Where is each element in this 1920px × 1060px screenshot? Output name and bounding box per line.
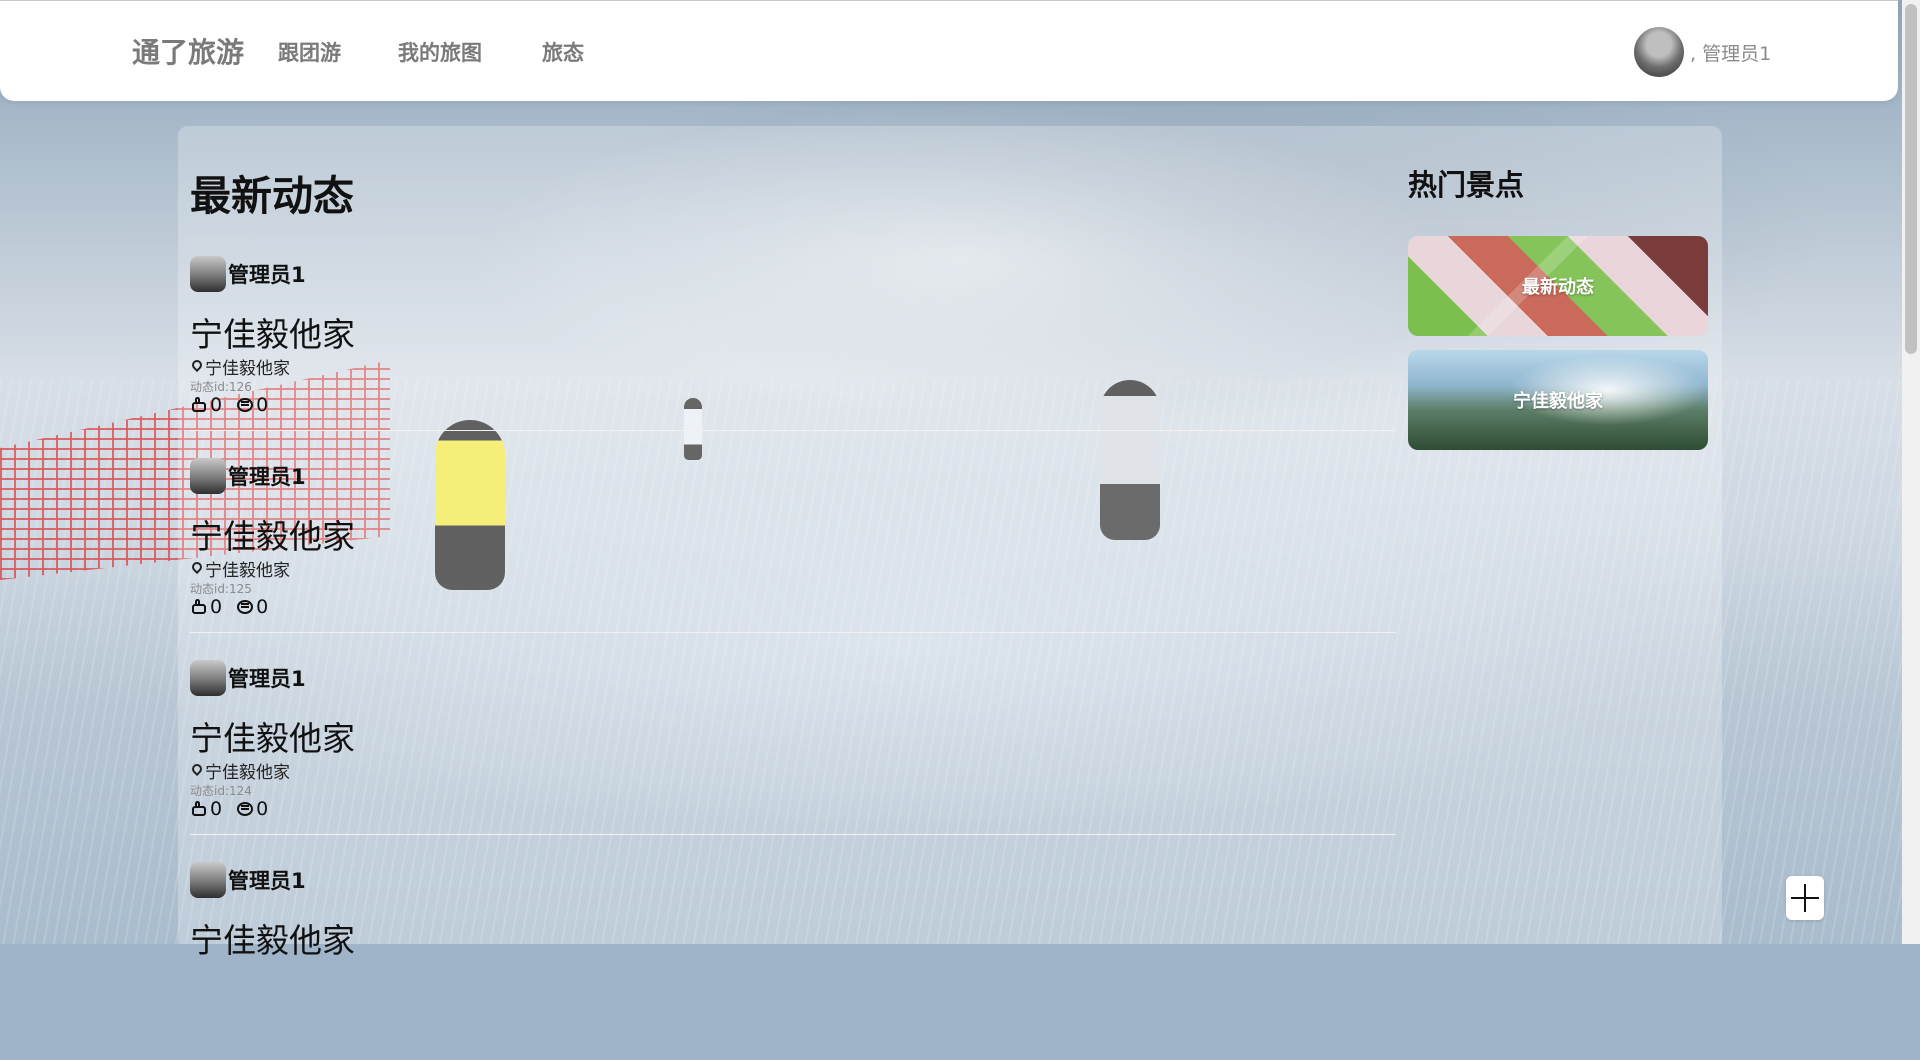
comment-icon — [236, 598, 254, 616]
thumbs-up-icon — [190, 800, 208, 818]
location-text: 宁佳毅他家 — [205, 763, 290, 783]
post-divider — [190, 834, 1396, 835]
add-post-button[interactable] — [1786, 876, 1824, 920]
author-avatar[interactable] — [190, 660, 226, 696]
like-count: 0 — [210, 394, 223, 416]
nav-item-group-tour[interactable]: 跟团游 — [278, 37, 341, 67]
author-avatar[interactable] — [190, 458, 226, 494]
comment-button[interactable]: 0 — [236, 798, 268, 820]
location-text: 宁佳毅他家 — [205, 359, 290, 379]
post-id: 动态id:126 — [190, 380, 252, 394]
post-author: 管理员1 — [190, 256, 306, 292]
thumbs-up-icon — [190, 598, 208, 616]
post-stats: 0 0 — [190, 798, 268, 820]
post-location: 宁佳毅他家 — [192, 556, 290, 581]
author-avatar[interactable] — [190, 256, 226, 292]
post-title[interactable]: 宁佳毅他家 — [190, 510, 355, 558]
post-stats: 0 0 — [190, 394, 268, 416]
author-avatar[interactable] — [190, 862, 226, 898]
user-menu[interactable]: , 管理员1 — [1634, 27, 1771, 77]
page-scrollbar[interactable] — [1902, 0, 1920, 944]
post-id: 动态id:124 — [190, 784, 252, 798]
author-name[interactable]: 管理员1 — [228, 259, 306, 289]
post-item[interactable]: 管理员1 宁佳毅他家 — [190, 858, 1396, 1060]
post-location: 宁佳毅他家 — [192, 354, 290, 379]
map-pin-icon — [192, 360, 202, 374]
nav-item-my-travel-map[interactable]: 我的旅图 — [398, 37, 482, 67]
post-stats: 0 0 — [190, 596, 268, 618]
post-location: 宁佳毅他家 — [192, 758, 290, 783]
post-item[interactable]: 管理员1 宁佳毅他家 宁佳毅他家 动态id:126 0 0 — [190, 252, 1396, 454]
comment-count: 0 — [256, 394, 269, 416]
author-name[interactable]: 管理员1 — [228, 461, 306, 491]
map-pin-icon — [192, 764, 202, 778]
post-author: 管理员1 — [190, 862, 306, 898]
hot-spots-title: 热门景点 — [1408, 168, 1525, 202]
brand-logo[interactable]: 通了旅游 — [132, 31, 244, 71]
post-item[interactable]: 管理员1 宁佳毅他家 宁佳毅他家 动态id:125 0 0 — [190, 454, 1396, 656]
post-item[interactable]: 管理员1 宁佳毅他家 宁佳毅他家 动态id:124 0 0 — [190, 656, 1396, 858]
map-pin-icon — [192, 562, 202, 576]
post-feed: 管理员1 宁佳毅他家 宁佳毅他家 动态id:126 0 0 管理员1 宁佳毅他家 — [190, 252, 1396, 1060]
author-name[interactable]: 管理员1 — [228, 663, 306, 693]
like-button[interactable]: 0 — [190, 596, 222, 618]
comment-icon — [236, 800, 254, 818]
scrollbar-thumb[interactable] — [1905, 4, 1917, 354]
post-id: 动态id:125 — [190, 582, 252, 596]
comment-icon — [236, 396, 254, 414]
sidebar-divider — [1408, 222, 1708, 223]
nav-item-travel-moments[interactable]: 旅态 — [542, 37, 584, 67]
location-text: 宁佳毅他家 — [205, 561, 290, 581]
comment-button[interactable]: 0 — [236, 394, 268, 416]
hot-spot-card[interactable]: 最新动态 — [1408, 236, 1708, 336]
post-title[interactable]: 宁佳毅他家 — [190, 308, 355, 356]
post-title[interactable]: 宁佳毅他家 — [190, 914, 355, 962]
comment-count: 0 — [256, 596, 269, 618]
author-name[interactable]: 管理员1 — [228, 865, 306, 895]
post-divider — [190, 632, 1396, 633]
post-author: 管理员1 — [190, 660, 306, 696]
plus-icon — [1791, 884, 1819, 912]
like-button[interactable]: 0 — [190, 394, 222, 416]
user-name[interactable]: , 管理员1 — [1690, 39, 1771, 66]
like-count: 0 — [210, 798, 223, 820]
hot-spot-label: 最新动态 — [1522, 277, 1594, 298]
hot-spot-label: 宁佳毅他家 — [1513, 391, 1603, 412]
post-title[interactable]: 宁佳毅他家 — [190, 712, 355, 760]
comment-button[interactable]: 0 — [236, 596, 268, 618]
comment-count: 0 — [256, 798, 269, 820]
post-author: 管理员1 — [190, 458, 306, 494]
hot-spot-card[interactable]: 宁佳毅他家 — [1408, 350, 1708, 450]
feed-title: 最新动态 — [190, 172, 354, 220]
thumbs-up-icon — [190, 396, 208, 414]
like-button[interactable]: 0 — [190, 798, 222, 820]
post-divider — [190, 430, 1396, 431]
like-count: 0 — [210, 596, 223, 618]
user-avatar[interactable] — [1634, 27, 1684, 77]
top-navigation-bar: 通了旅游 跟团游 我的旅图 旅态 , 管理员1 — [0, 0, 1898, 101]
